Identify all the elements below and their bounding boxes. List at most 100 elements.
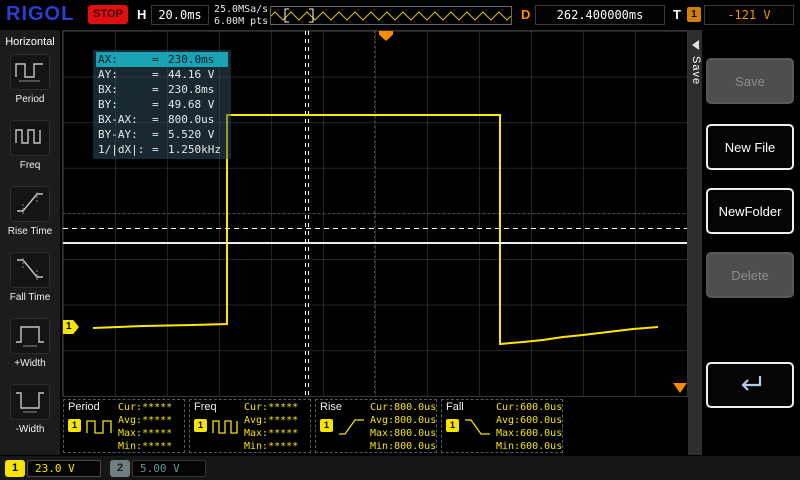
cursor-row-label: BY-AY: bbox=[98, 128, 138, 141]
measurement-freq[interactable]: Freq 1 Cur:***** Avg:***** Max:***** Min… bbox=[189, 399, 311, 453]
sidebar-item-freq[interactable]: Freq bbox=[3, 120, 57, 182]
cursor-row-ay: AY: = 44.16 V bbox=[96, 67, 228, 82]
measurement-max: Max:600.0us bbox=[496, 428, 563, 439]
cursor-row-value: 5.520 V bbox=[168, 128, 215, 141]
new-folder-button[interactable]: NewFolder bbox=[706, 188, 794, 234]
cursor-row-by: BY: = 49.68 V bbox=[96, 97, 228, 112]
equals-sign: = bbox=[152, 68, 159, 81]
ch2-scale-value[interactable]: 5.00 V bbox=[132, 460, 206, 477]
cursor-row-value: 1.250kHz bbox=[168, 143, 221, 156]
waveform-display: AX: = 230.0ms AY: = 44.16 V BX: = 230.8m… bbox=[62, 30, 688, 397]
measurement-name: Rise bbox=[320, 401, 343, 413]
sidebar-item-rise-time[interactable]: Rise Time bbox=[3, 186, 57, 248]
fall-wave-icon bbox=[463, 417, 493, 442]
measurement-rise[interactable]: Rise 1 Cur:800.0us Avg:800.0us Max:800.0… bbox=[315, 399, 437, 453]
trigger-level-value: -121 V bbox=[704, 5, 794, 25]
oscilloscope-screen: RIGOL STOP H 20.0ms 25.0MSa/s 6.00M pts … bbox=[0, 0, 800, 480]
menu-collapse-arrow-icon[interactable] bbox=[692, 40, 699, 50]
horizontal-label: H bbox=[137, 7, 147, 22]
measurement-bar: Period 1 Cur:***** Avg:***** Max:***** M… bbox=[62, 398, 688, 455]
measurement-name: Period bbox=[68, 401, 100, 413]
cursor-row-ax: AX: = 230.0ms bbox=[96, 52, 228, 67]
sidebar-item-period[interactable]: Period bbox=[3, 54, 57, 116]
equals-sign: = bbox=[152, 98, 159, 111]
cursor-ax-line[interactable] bbox=[305, 31, 306, 396]
measurement-fall[interactable]: Fall 1 Cur:600.0us Avg:600.0us Max:600.0… bbox=[441, 399, 563, 453]
channel-badge: 1 bbox=[194, 419, 207, 432]
measure-sidebar: Horizontal Period Freq Rise Time Fall Ti… bbox=[0, 30, 60, 455]
measurement-period[interactable]: Period 1 Cur:***** Avg:***** Max:***** M… bbox=[63, 399, 185, 453]
preview-waveform-icon bbox=[270, 8, 512, 23]
freq-icon bbox=[13, 122, 47, 155]
save-button[interactable]: Save bbox=[706, 58, 794, 104]
delete-button[interactable]: Delete bbox=[706, 252, 794, 298]
cursor-row-value: 230.8ms bbox=[168, 83, 215, 96]
channel-badge: 1 bbox=[68, 419, 81, 432]
measurement-min: Min:800.0us bbox=[370, 441, 437, 452]
sidebar-item-minus-width[interactable]: -Width bbox=[3, 384, 57, 446]
sidebar-item-label: Period bbox=[15, 94, 45, 105]
cursor-bx-line[interactable] bbox=[308, 31, 309, 396]
cursor-row-bx-ax: BX-AX: = 800.0us bbox=[96, 112, 228, 127]
measurement-avg: Avg:800.0us bbox=[370, 415, 437, 426]
ch1-badge[interactable]: 1 bbox=[5, 460, 25, 477]
channel-badge: 1 bbox=[446, 419, 459, 432]
equals-sign: = bbox=[152, 53, 159, 66]
measurement-min: Min:***** bbox=[118, 441, 173, 452]
return-arrow-icon bbox=[736, 373, 764, 398]
cursor-row-label: AY: bbox=[98, 68, 118, 81]
fall-time-icon bbox=[13, 254, 47, 287]
run-state-badge: STOP bbox=[88, 5, 128, 24]
ch2-badge[interactable]: 2 bbox=[110, 460, 130, 477]
measurement-avg: Avg:600.0us bbox=[496, 415, 563, 426]
new-file-button[interactable]: New File bbox=[706, 124, 794, 170]
period-icon bbox=[13, 56, 47, 89]
sidebar-item-label: Freq bbox=[19, 160, 41, 171]
measurement-name: Fall bbox=[446, 401, 464, 413]
sidebar-item-fall-time[interactable]: Fall Time bbox=[3, 252, 57, 314]
cursor-by-line[interactable] bbox=[63, 228, 687, 229]
period-wave-icon bbox=[85, 417, 115, 442]
measurement-cur: Cur:***** bbox=[244, 402, 299, 413]
cursor-row-bx: BX: = 230.8ms bbox=[96, 82, 228, 97]
measurement-min: Min:***** bbox=[244, 441, 299, 452]
trigger-label: T bbox=[673, 7, 681, 22]
sidebar-item-label: +Width bbox=[14, 358, 46, 369]
sidebar-item-label: Rise Time bbox=[7, 226, 53, 237]
cursor-ay-line[interactable] bbox=[63, 242, 687, 244]
minus-width-icon bbox=[13, 386, 47, 419]
sidebar-title: Horizontal bbox=[5, 36, 55, 48]
menu-tab-title: Save bbox=[690, 56, 702, 86]
sidebar-item-label: -Width bbox=[15, 424, 45, 435]
cursor-row-value: 230.0ms bbox=[168, 53, 215, 66]
equals-sign: = bbox=[152, 113, 159, 126]
back-button[interactable] bbox=[706, 362, 794, 408]
ch1-scale-value[interactable]: 23.0 V bbox=[27, 460, 101, 477]
top-bar: RIGOL STOP H 20.0ms 25.0MSa/s 6.00M pts … bbox=[0, 0, 800, 30]
sidebar-item-plus-width[interactable]: +Width bbox=[3, 318, 57, 380]
cursor-row-label: BX: bbox=[98, 83, 118, 96]
memory-depth: 6.00M pts bbox=[214, 16, 269, 27]
measurement-max: Max:***** bbox=[118, 428, 173, 439]
menu-tab-strip[interactable] bbox=[688, 30, 702, 455]
channel-badge: 1 bbox=[320, 419, 333, 432]
sidebar-item-label: Fall Time bbox=[9, 292, 51, 303]
channel-status-bar: 1 23.0 V 2 5.00 V bbox=[0, 455, 800, 480]
trigger-source-badge: 1 bbox=[687, 7, 701, 22]
equals-sign: = bbox=[152, 143, 159, 156]
equals-sign: = bbox=[152, 83, 159, 96]
cursor-row-label: AX: bbox=[98, 53, 118, 66]
cursor-row-label: 1/|dX|: bbox=[98, 143, 145, 156]
measurement-max: Max:***** bbox=[244, 428, 299, 439]
measurement-max: Max:800.0us bbox=[370, 428, 437, 439]
trigger-delay-value: 262.400000ms bbox=[535, 5, 665, 25]
rise-wave-icon bbox=[337, 417, 367, 442]
cursor-row-value: 800.0us bbox=[168, 113, 215, 126]
trigger-level-offscreen-marker[interactable] bbox=[673, 383, 687, 393]
rigol-logo: RIGOL bbox=[6, 3, 75, 25]
measurement-avg: Avg:***** bbox=[244, 415, 299, 426]
measurement-cur: Cur:800.0us bbox=[370, 402, 437, 413]
rise-time-icon bbox=[13, 188, 47, 221]
measurement-min: Min:600.0us bbox=[496, 441, 563, 452]
cursor-row-label: BY: bbox=[98, 98, 118, 111]
